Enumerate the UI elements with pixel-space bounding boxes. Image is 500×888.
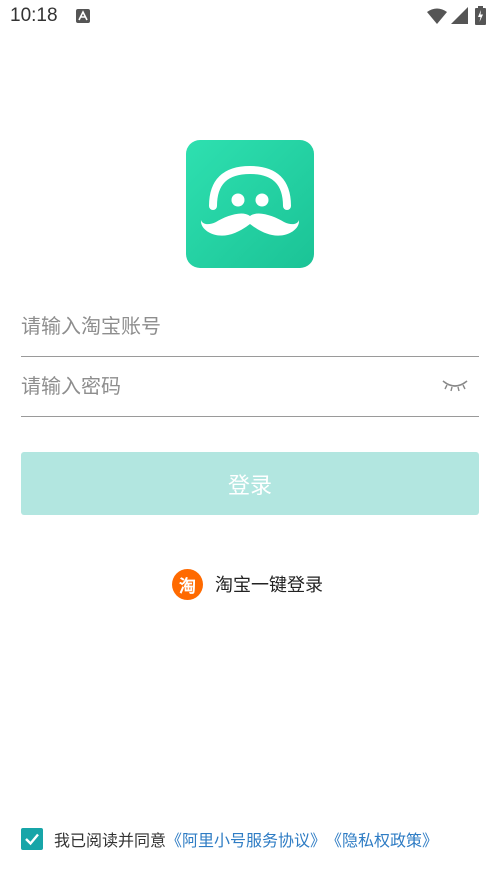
checkmark-icon <box>25 833 39 846</box>
wifi-icon <box>427 8 447 24</box>
privacy-policy-link[interactable]: 《隐私权政策》 <box>326 827 438 851</box>
login-button[interactable]: 登录 <box>21 452 479 515</box>
agreement-checkbox[interactable] <box>21 828 43 850</box>
app-logo <box>186 140 314 268</box>
agreement-text: 我已阅读并同意 <box>54 831 167 850</box>
eye-closed-icon[interactable] <box>441 378 469 392</box>
agreement-row: 我已阅读并同意 《阿里小号服务协议》 《隐私权政策》 <box>21 826 438 852</box>
terms-link[interactable]: 《阿里小号服务协议》 <box>166 827 326 851</box>
status-time: 10:18 <box>10 5 58 26</box>
notification-a-icon <box>76 9 90 23</box>
taobao-logo-icon: 淘 <box>172 568 203 600</box>
taobao-quick-login-label: 淘宝一键登录 <box>215 575 323 596</box>
battery-charging-icon <box>475 6 486 25</box>
account-input[interactable] <box>21 298 421 354</box>
password-field <box>21 358 479 417</box>
taobao-quick-login-button[interactable]: 淘 淘宝一键登录 <box>172 567 323 601</box>
status-bar: 10:18 <box>0 0 500 34</box>
mustache-face-icon <box>200 165 300 236</box>
account-field <box>21 298 479 357</box>
password-input[interactable] <box>21 358 421 414</box>
signal-icon <box>451 7 468 24</box>
